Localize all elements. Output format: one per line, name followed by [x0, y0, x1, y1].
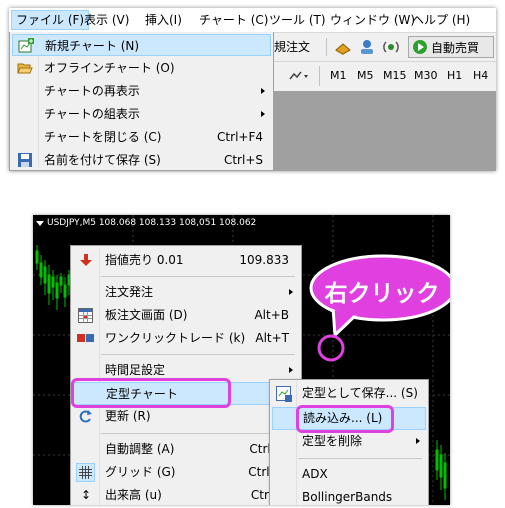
menu-item-label: 板注文画面 (D)	[105, 308, 188, 322]
menu-file[interactable]: ファイル (F)	[11, 10, 90, 30]
chart-area	[274, 91, 496, 171]
gold-bars-icon[interactable]	[334, 38, 352, 56]
menu-bar: ファイル (F) 表示 (V) 挿入(I) チャート (C) ツール (T) ウ…	[9, 8, 496, 33]
new-chart-icon	[18, 38, 34, 54]
menu-chart[interactable]: チャート (C)	[195, 11, 272, 29]
file-menu-close-chart[interactable]: チャートを閉じる (C) Ctrl+F4	[12, 126, 271, 148]
new-order-button[interactable]: 規注文	[274, 38, 310, 56]
file-menu-new-chart[interactable]: 新規チャート (N)	[12, 34, 271, 56]
chart-title-dropdown-icon[interactable]	[36, 221, 44, 226]
chart-context-menu: 指値売り 0.01 109.833 注文発注 板注文画面 (D) Alt+B ワ…	[70, 245, 302, 505]
one-click-icon	[77, 334, 94, 342]
refresh-icon	[79, 410, 92, 423]
menu-item-shortcut: Alt+B	[254, 308, 289, 322]
menu-separator	[101, 433, 295, 434]
ctx-grid[interactable]: グリッド (G) Ctrl+G	[73, 461, 299, 484]
menu-item-label: オフラインチャート (O)	[44, 61, 175, 75]
menu-item-shortcut: Ctrl+S	[223, 153, 263, 167]
timeframe-m30[interactable]: M30	[412, 66, 440, 86]
menu-separator	[101, 276, 295, 277]
menu-item-label: 定型として保存... (S)	[302, 386, 418, 400]
file-menu-chart-set[interactable]: チャートの組表示	[12, 103, 271, 125]
submenu-arrow-icon	[261, 88, 265, 94]
menu-item-shortcut: Ctrl+F4	[217, 130, 263, 144]
submenu-arrow-icon	[261, 111, 265, 117]
grid-icon	[76, 463, 95, 482]
volume-icon: ↕	[81, 488, 92, 502]
submenu-save-template[interactable]: 定型として保存... (S)	[272, 382, 426, 405]
file-menu-redisplay-chart[interactable]: チャートの再表示	[12, 80, 271, 102]
chart-symbol-title: USDJPY,M5 108.068 108.133 108,051 108.06…	[47, 218, 257, 228]
auto-trade-icon	[413, 40, 427, 54]
menu-item-shortcut: Alt+T	[255, 331, 289, 345]
menu-tools[interactable]: ツール (T)	[265, 11, 330, 29]
submenu-arrow-icon	[289, 289, 293, 295]
ctx-refresh[interactable]: 更新 (R)	[73, 405, 299, 428]
menu-item-label: 名前を付けて保存 (S)	[44, 153, 161, 167]
chart-context-menu-screenshot: USDJPY,M5 108.068 108.133 108,051 108.06…	[33, 215, 450, 505]
save-icon	[17, 152, 33, 168]
submenu-template-adx[interactable]: ADX	[272, 463, 426, 486]
save-template-icon	[276, 386, 292, 402]
submenu-arrow-icon	[289, 367, 293, 373]
template-highlight-ring	[71, 378, 231, 408]
menu-separator	[298, 458, 422, 459]
menu-item-label: 出来高 (u)	[105, 488, 162, 502]
ctx-depth-of-market[interactable]: 板注文画面 (D) Alt+B	[73, 304, 299, 327]
broadcast-icon[interactable]	[382, 38, 400, 56]
menu-item-label: BollingerBands	[302, 490, 393, 504]
open-folder-icon	[17, 60, 33, 76]
template-submenu: 定型として保存... (S) 読み込み... (L) 定型を削除 ADX Bol…	[269, 379, 429, 505]
menu-item-label: チャートの組表示	[44, 107, 140, 121]
right-click-callout: 右クリック	[303, 250, 450, 370]
standard-toolbar: 規注文 自動売買	[274, 33, 496, 62]
timeframe-m1[interactable]: M1	[328, 66, 349, 86]
menu-item-label: チャートを閉じる (C)	[44, 130, 162, 144]
submenu-delete-template[interactable]: 定型を削除	[272, 430, 426, 453]
timeframe-h4[interactable]: H4	[471, 66, 490, 86]
timeframe-m5[interactable]: M5	[355, 66, 376, 86]
draw-tools-dropdown[interactable]	[288, 68, 310, 84]
submenu-arrow-icon	[416, 438, 420, 444]
menu-item-label: 指値売り 0.01	[105, 253, 184, 267]
callout-text: 右クリック	[324, 281, 440, 307]
toolbar-separator	[326, 38, 327, 56]
toolbar-separator	[319, 66, 320, 86]
menu-item-label: 新規チャート (N)	[45, 39, 140, 53]
speech-bubble-shape	[309, 254, 450, 362]
menu-view[interactable]: 表示 (V)	[80, 11, 133, 29]
depth-grid-icon	[78, 308, 93, 323]
timeframe-m15[interactable]: M15	[381, 66, 409, 86]
submenu-template-bollinger[interactable]: BollingerBands	[272, 486, 426, 505]
ctx-one-click-trading[interactable]: ワンクリックトレード (k) Alt+T	[73, 327, 299, 350]
menu-item-label: グリッド (G)	[105, 465, 176, 479]
file-menu-save-as[interactable]: 名前を付けて保存 (S) Ctrl+S	[12, 149, 271, 171]
menu-item-label: チャートの再表示	[44, 84, 140, 98]
menu-item-label: 注文発注	[105, 285, 154, 299]
ctx-volume[interactable]: ↕ 出来高 (u) Ctrl+L	[73, 484, 299, 505]
file-menu-offline-chart[interactable]: オフラインチャート (O)	[12, 57, 271, 79]
signals-icon[interactable]	[358, 38, 376, 56]
menu-separator	[101, 354, 295, 355]
menu-help[interactable]: ヘルプ (H)	[408, 11, 474, 29]
menu-window[interactable]: ウィンドウ (W)	[326, 11, 419, 29]
menu-item-label: 更新 (R)	[105, 409, 151, 423]
menu-item-label: 自動調整 (A)	[105, 442, 175, 456]
menu-insert[interactable]: 挿入(I)	[141, 11, 186, 29]
menu-item-shortcut: 109.833	[239, 253, 289, 267]
file-menu: 新規チャート (N) オフラインチャート (O) チャートの再表示 チャートの組…	[9, 32, 274, 171]
menu-item-label: ADX	[302, 467, 328, 481]
timeframe-h1[interactable]: H1	[445, 66, 464, 86]
ctx-limit-sell[interactable]: 指値売り 0.01 109.833	[73, 249, 299, 272]
file-menu-screenshot: ファイル (F) 表示 (V) 挿入(I) チャート (C) ツール (T) ウ…	[9, 8, 496, 171]
ctx-place-order[interactable]: 注文発注	[73, 281, 299, 304]
load-highlight-ring	[296, 405, 394, 433]
sell-arrow-icon	[80, 254, 92, 266]
ctx-auto-scroll[interactable]: 自動調整 (A) Ctrl+A	[73, 438, 299, 461]
auto-trade-label: 自動売買	[431, 41, 480, 55]
auto-trade-button[interactable]: 自動売買	[408, 36, 494, 58]
menu-item-label: ワンクリックトレード (k)	[105, 331, 246, 345]
menu-item-label: 定型を削除	[302, 434, 363, 448]
